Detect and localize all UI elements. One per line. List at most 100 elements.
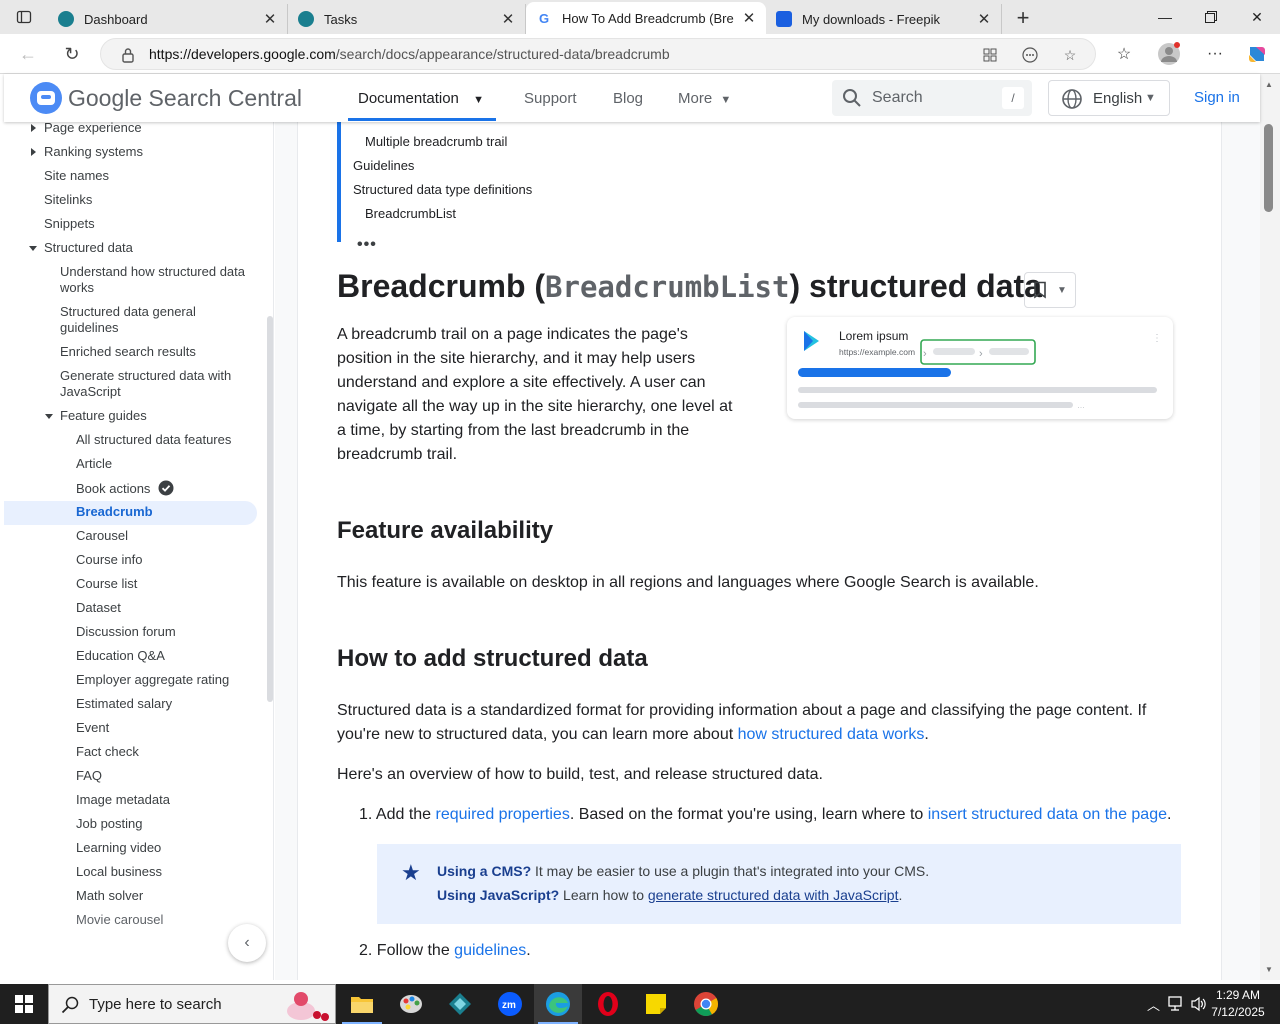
nav-item-estimated-salary[interactable]: Estimated salary bbox=[76, 696, 172, 712]
nav-support[interactable]: Support bbox=[524, 90, 577, 107]
nav-item-image-metadata[interactable]: Image metadata bbox=[76, 792, 170, 808]
nav-item-discussion-forum[interactable]: Discussion forum bbox=[76, 624, 176, 640]
nav-more[interactable]: More ▼ bbox=[678, 90, 731, 107]
nav-item-movie-carousel[interactable]: Movie carousel bbox=[76, 912, 163, 928]
nav-item-site-names[interactable]: Site names bbox=[44, 168, 109, 184]
nav-item-article[interactable]: Article bbox=[76, 456, 112, 472]
link-insert-structured-data[interactable]: insert structured data on the page bbox=[928, 806, 1167, 823]
volume-icon[interactable] bbox=[1190, 996, 1208, 1012]
nav-item-feature-guides[interactable]: Feature guides bbox=[60, 408, 147, 424]
taskbar-search-input[interactable]: Type here to search bbox=[48, 984, 336, 1024]
collapse-caret-icon[interactable] bbox=[45, 414, 53, 419]
scroll-down-icon[interactable]: ▼ bbox=[1265, 965, 1273, 974]
nav-documentation[interactable]: Documentation ▼ bbox=[358, 90, 484, 107]
tab-close-icon[interactable]: ✕ bbox=[261, 10, 279, 28]
taskbar-edge[interactable] bbox=[534, 984, 582, 1024]
nav-item-structured-data[interactable]: Structured data bbox=[44, 240, 133, 256]
taskbar-clock[interactable]: 1:29 AM 7/12/2025 bbox=[1208, 987, 1268, 1021]
nav-item-label: Book actions bbox=[76, 481, 151, 496]
profile-button[interactable] bbox=[1157, 42, 1181, 65]
nav-item-carousel[interactable]: Carousel bbox=[76, 528, 128, 544]
nav-item-course-info[interactable]: Course info bbox=[76, 552, 142, 568]
site-search-input[interactable]: Search / bbox=[832, 80, 1032, 116]
nav-item-course-list[interactable]: Course list bbox=[76, 576, 137, 592]
nav-item-all-features[interactable]: All structured data features bbox=[76, 432, 231, 448]
nav-item-employer-aggregate-rating[interactable]: Employer aggregate rating bbox=[76, 672, 229, 688]
site-logo[interactable]: Google Search Central bbox=[30, 82, 302, 114]
nav-item-job-posting[interactable]: Job posting bbox=[76, 816, 143, 832]
toc-expand-more-icon[interactable]: ••• bbox=[357, 236, 377, 254]
expand-caret-icon[interactable] bbox=[31, 124, 36, 132]
show-hidden-icons-chevron-icon[interactable]: ︿ bbox=[1147, 995, 1160, 1014]
link-guidelines[interactable]: guidelines bbox=[454, 942, 526, 959]
nav-blog[interactable]: Blog bbox=[613, 90, 643, 107]
nav-item-learning-video[interactable]: Learning video bbox=[76, 840, 161, 856]
favorites-button[interactable]: ☆ bbox=[1112, 43, 1136, 65]
close-window-button[interactable]: ✕ bbox=[1234, 0, 1280, 34]
taskbar-app-teal[interactable] bbox=[436, 984, 484, 1024]
app-available-icon[interactable] bbox=[981, 46, 999, 64]
tab-tasks[interactable]: Tasks ✕ bbox=[288, 4, 526, 34]
nav-item-breadcrumb[interactable]: Breadcrumb bbox=[76, 504, 153, 520]
left-nav-scrollbar[interactable] bbox=[267, 316, 273, 702]
refresh-button[interactable]: ↻ bbox=[58, 40, 86, 68]
nav-item-book-actions[interactable]: Book actions bbox=[76, 480, 174, 497]
expand-caret-icon[interactable] bbox=[31, 148, 36, 156]
taskbar-opera[interactable] bbox=[584, 984, 632, 1024]
toc-item-type-definitions[interactable]: Structured data type definitions bbox=[353, 182, 532, 197]
tab-close-icon[interactable]: ✕ bbox=[499, 10, 517, 28]
reading-mode-icon[interactable] bbox=[1021, 46, 1039, 64]
page-scrollbar[interactable]: ▲ ▼ bbox=[1260, 74, 1280, 980]
nav-item-sitelinks[interactable]: Sitelinks bbox=[44, 192, 92, 208]
nav-item-dataset[interactable]: Dataset bbox=[76, 600, 121, 616]
language-selector[interactable]: English ▼ bbox=[1048, 80, 1170, 116]
nav-item-education-qa[interactable]: Education Q&A bbox=[76, 648, 165, 664]
tab-freepik-downloads[interactable]: My downloads - Freepik ✕ bbox=[766, 4, 1002, 34]
restore-button[interactable] bbox=[1188, 0, 1234, 34]
collapse-caret-icon[interactable] bbox=[29, 246, 37, 251]
nav-item-generate-with-javascript[interactable]: Generate structured data with JavaScript bbox=[60, 368, 250, 400]
nav-item-event[interactable]: Event bbox=[76, 720, 109, 736]
scroll-up-icon[interactable]: ▲ bbox=[1265, 80, 1273, 89]
nav-item-ranking-systems[interactable]: Ranking systems bbox=[44, 144, 143, 160]
toc-item-breadcrumblist[interactable]: BreadcrumbList bbox=[365, 206, 456, 221]
sign-in-link[interactable]: Sign in bbox=[1194, 89, 1240, 106]
minimize-button[interactable]: — bbox=[1142, 0, 1188, 34]
nav-item-local-business[interactable]: Local business bbox=[76, 864, 162, 880]
nav-item-page-experience[interactable]: Page experience bbox=[44, 122, 142, 136]
toc-item-guidelines[interactable]: Guidelines bbox=[353, 158, 414, 173]
settings-more-button[interactable]: ··· bbox=[1203, 43, 1227, 65]
back-button[interactable]: ← bbox=[14, 40, 42, 68]
taskbar-sticky-notes[interactable] bbox=[632, 984, 680, 1024]
tab-close-icon[interactable]: ✕ bbox=[740, 9, 758, 27]
address-bar[interactable]: https://developers.google.com/search/doc… bbox=[100, 38, 1096, 70]
nav-item-math-solver[interactable]: Math solver bbox=[76, 888, 143, 904]
page-scrollbar-thumb[interactable] bbox=[1264, 124, 1273, 212]
verified-badge-icon bbox=[158, 480, 174, 496]
collapse-nav-button[interactable]: ‹ bbox=[228, 924, 266, 962]
tab-close-icon[interactable]: ✕ bbox=[975, 10, 993, 28]
nav-item-fact-check[interactable]: Fact check bbox=[76, 744, 139, 760]
tab-actions-button[interactable] bbox=[0, 0, 48, 34]
taskbar-paint-app[interactable] bbox=[388, 984, 436, 1024]
nav-item-enriched-search-results[interactable]: Enriched search results bbox=[60, 344, 196, 360]
start-button[interactable] bbox=[0, 984, 48, 1024]
network-icon[interactable] bbox=[1168, 996, 1186, 1012]
taskbar-zoom[interactable]: zm bbox=[486, 984, 534, 1024]
toc-item-multiple-breadcrumb-trail[interactable]: Multiple breadcrumb trail bbox=[365, 134, 507, 149]
nav-item-snippets[interactable]: Snippets bbox=[44, 216, 95, 232]
copilot-button[interactable] bbox=[1245, 43, 1269, 65]
nav-item-faq[interactable]: FAQ bbox=[76, 768, 102, 784]
favorite-star-icon[interactable]: ☆ bbox=[1061, 46, 1079, 64]
taskbar-chrome[interactable] bbox=[682, 984, 730, 1024]
new-tab-button[interactable]: + bbox=[1002, 4, 1044, 34]
nav-item-general-guidelines[interactable]: Structured data general guidelines bbox=[60, 304, 220, 336]
link-generate-with-javascript[interactable]: generate structured data with JavaScript bbox=[648, 887, 899, 903]
taskbar-file-explorer[interactable] bbox=[338, 984, 386, 1024]
nav-item-understand-structured-data[interactable]: Understand how structured data works bbox=[60, 264, 255, 296]
link-required-properties[interactable]: required properties bbox=[436, 806, 570, 823]
link-how-structured-data-works[interactable]: how structured data works bbox=[738, 726, 925, 743]
tab-dashboard[interactable]: Dashboard ✕ bbox=[48, 4, 288, 34]
bookmark-button[interactable]: ▼ bbox=[1024, 272, 1076, 308]
tab-breadcrumb-docs[interactable]: G How To Add Breadcrumb (Breadc ✕ bbox=[526, 2, 766, 34]
